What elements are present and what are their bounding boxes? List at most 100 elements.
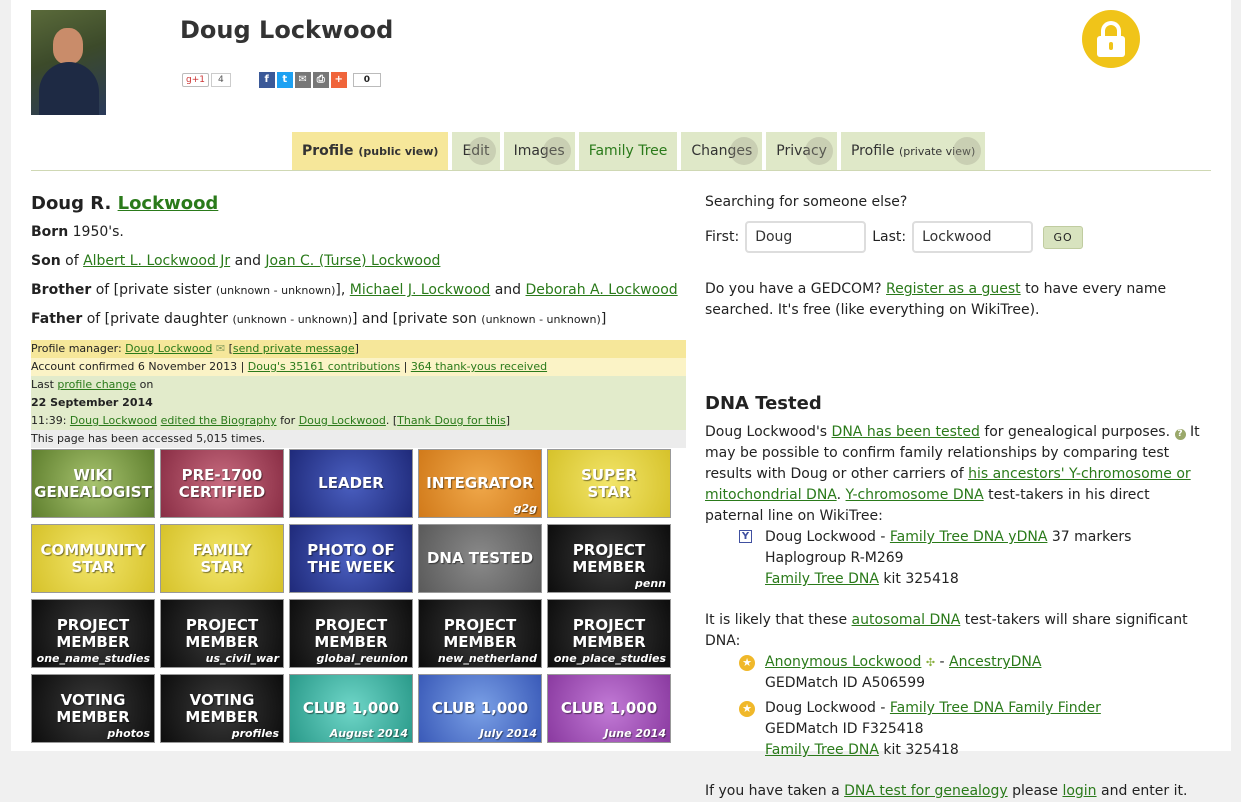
print-icon[interactable]: ⎙: [312, 72, 329, 88]
badge-line1: INTEGRATOR: [426, 474, 534, 492]
tab-profile-public[interactable]: Profile (public view): [292, 132, 449, 170]
sep: ],: [335, 282, 346, 298]
badge[interactable]: VOTING MEMBER profiles: [160, 674, 284, 743]
tab-images[interactable]: Images: [503, 132, 575, 170]
badge[interactable]: CLUB 1,000 July 2014: [418, 674, 542, 743]
and-text: and: [494, 282, 522, 298]
lock-icon: [542, 137, 571, 165]
badge[interactable]: PROJECT MEMBER us_civil_war: [160, 599, 284, 668]
sibling-link[interactable]: Deborah A. Lockwood: [526, 282, 678, 298]
badge-line1: COMMUNITY: [40, 540, 146, 559]
gplus-button[interactable]: g+1: [182, 73, 209, 87]
badge[interactable]: PHOTO OF THE WEEK: [289, 524, 413, 593]
source-link[interactable]: AncestryDNA: [949, 654, 1041, 670]
badge[interactable]: CLUB 1,000 August 2014: [289, 674, 413, 743]
for-user-link[interactable]: Doug Lockwood: [299, 414, 386, 427]
intro-text: Doug Lockwood's: [705, 424, 828, 440]
badge-line2: MEMBER: [185, 707, 259, 726]
last-edit-row: 11:39: Doug Lockwood edited the Biograph…: [31, 412, 686, 430]
last-name-input[interactable]: [912, 221, 1034, 253]
first-name-input[interactable]: [745, 221, 867, 253]
privacy-lock-icon[interactable]: [1082, 10, 1140, 68]
badge[interactable]: FAMILY STAR: [160, 524, 284, 593]
thanks-link[interactable]: 364 thank-yous received: [411, 360, 547, 373]
manager-link[interactable]: Doug Lockwood: [125, 342, 212, 355]
badge-line1: WIKI: [73, 465, 113, 484]
badge-line2: MEMBER: [572, 632, 646, 651]
badge[interactable]: PROJECT MEMBER new_netherland: [418, 599, 542, 668]
badge-line2: MEMBER: [185, 632, 259, 651]
autosomal-item: ★ Doug Lockwood - Family Tree DNA Family…: [739, 698, 1205, 761]
profile-change-link[interactable]: profile change: [57, 378, 136, 391]
facebook-icon[interactable]: f: [258, 72, 275, 88]
badge[interactable]: PRE-1700 CERTIFIED: [160, 449, 284, 518]
badge-sublabel: penn: [635, 577, 666, 590]
badge-line2: THE WEEK: [307, 557, 395, 576]
kit-link[interactable]: Family Tree DNA: [765, 571, 879, 587]
profile-photo[interactable]: [31, 10, 106, 115]
brother-row: Brother of [private sister (unknown - un…: [31, 276, 686, 305]
login-link[interactable]: login: [1062, 783, 1096, 799]
envelope-icon[interactable]: ✉: [216, 342, 225, 355]
badge-sublabel: July 2014: [479, 727, 537, 740]
thank-link[interactable]: Thank Doug for this: [397, 414, 506, 427]
badge[interactable]: CLUB 1,000 June 2014: [547, 674, 671, 743]
badge[interactable]: INTEGRATOR g2g: [418, 449, 542, 518]
father-label: Father: [31, 311, 83, 327]
badge-line1: SUPER: [581, 465, 637, 484]
badge[interactable]: COMMUNITY STAR: [31, 524, 155, 593]
son-label: Son: [31, 253, 61, 269]
twitter-icon[interactable]: t: [276, 72, 293, 88]
kit-link[interactable]: Family Tree DNA: [765, 742, 879, 758]
send-message-link[interactable]: send private message: [233, 342, 355, 355]
autosomal-link[interactable]: autosomal DNA: [852, 612, 961, 628]
badge-line1: LEADER: [318, 474, 384, 492]
help-icon[interactable]: ?: [1174, 429, 1186, 440]
badge[interactable]: SUPER STAR: [547, 449, 671, 518]
edited-link[interactable]: edited the Biography: [161, 414, 277, 427]
editor-link[interactable]: Doug Lockwood: [70, 414, 157, 427]
unknown-dates: (unknown - unknown): [481, 313, 601, 326]
brother-label: Brother: [31, 282, 92, 298]
manager-prefix: Profile manager:: [31, 342, 122, 355]
badge-sublabel: one_place_studies: [553, 652, 666, 665]
dot: .: [836, 487, 842, 503]
badge[interactable]: PROJECT MEMBER global_reunion: [289, 599, 413, 668]
test-link[interactable]: Family Tree DNA yDNA: [890, 529, 1048, 545]
father-link[interactable]: Albert L. Lockwood Jr: [83, 253, 230, 269]
share-plus-icon[interactable]: +: [330, 72, 347, 88]
lock-icon: [804, 137, 833, 165]
profile-name: Doug R. Lockwood: [31, 190, 686, 218]
badge-line1: PROJECT: [185, 615, 259, 634]
tester-link[interactable]: Anonymous Lockwood: [765, 654, 921, 670]
badge[interactable]: LEADER: [289, 449, 413, 518]
test-link[interactable]: Family Tree DNA Family Finder: [890, 700, 1101, 716]
y-dna-link[interactable]: Y-chromosome DNA: [846, 487, 984, 503]
badge[interactable]: VOTING MEMBER photos: [31, 674, 155, 743]
y-chromosome-icon: Y: [739, 530, 752, 543]
tab-edit[interactable]: Edit: [452, 132, 500, 170]
badge[interactable]: PROJECT MEMBER one_name_studies: [31, 599, 155, 668]
mother-link[interactable]: Joan C. (Turse) Lockwood: [265, 253, 440, 269]
sibling-link[interactable]: Michael J. Lockwood: [350, 282, 491, 298]
tab-privacy[interactable]: Privacy: [766, 132, 837, 170]
badge[interactable]: PROJECT MEMBER penn: [547, 524, 671, 593]
dna-test-link[interactable]: DNA test for genealogy: [844, 783, 1008, 799]
tab-family-tree[interactable]: Family Tree: [578, 132, 678, 170]
photo-head: [53, 28, 83, 64]
tab-profile-private[interactable]: Profile (private view): [840, 132, 986, 170]
email-icon[interactable]: ✉: [294, 72, 311, 88]
go-button[interactable]: GO: [1043, 225, 1084, 249]
badge[interactable]: PROJECT MEMBER one_place_studies: [547, 599, 671, 668]
tab-label: Family Tree: [588, 143, 668, 159]
for-text: for: [280, 414, 296, 427]
register-link[interactable]: Register as a guest: [886, 281, 1021, 297]
dna-tested-link[interactable]: DNA has been tested: [832, 424, 980, 440]
badge[interactable]: WIKI GENEALOGIST: [31, 449, 155, 518]
last-name-link[interactable]: Lockwood: [118, 193, 219, 214]
manager-box: Profile manager: Doug Lockwood ✉ [send p…: [31, 340, 686, 448]
contributions-link[interactable]: Doug's 35161 contributions: [248, 360, 400, 373]
tab-sublabel: (public view): [358, 145, 439, 158]
badge[interactable]: DNA TESTED: [418, 524, 542, 593]
tab-changes[interactable]: Changes: [681, 132, 763, 170]
